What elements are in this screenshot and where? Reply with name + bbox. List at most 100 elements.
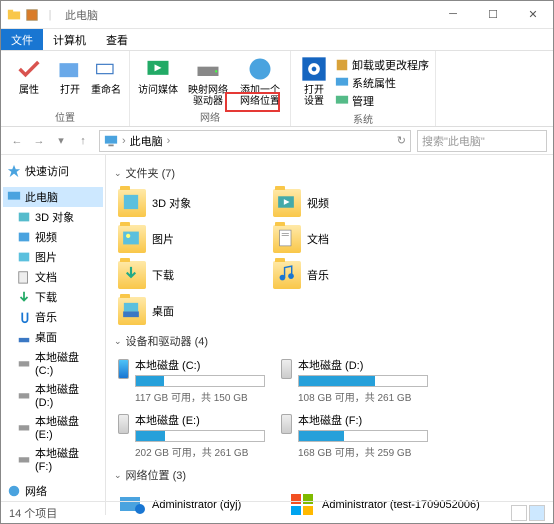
folder-item[interactable]: 下载 <box>114 257 269 293</box>
network-icon <box>7 484 21 498</box>
drive-item[interactable]: 本地磁盘 (F:)168 GB 可用，共 259 GB <box>277 408 432 463</box>
drive-item[interactable]: 本地磁盘 (D:)108 GB 可用，共 261 GB <box>277 353 432 408</box>
map-drive-button[interactable]: 映射网络 驱动器 <box>184 55 232 107</box>
ribbon-group-network: 访问媒体 映射网络 驱动器 添加一个 网络位置 网络 <box>130 51 291 126</box>
view-buttons[interactable] <box>511 505 545 521</box>
ribbon-tabs: 文件 计算机 查看 <box>1 29 553 51</box>
chevron-down-icon: ⌄ <box>114 336 122 347</box>
drive-icon <box>281 414 292 434</box>
search-input[interactable]: 搜索"此电脑" <box>417 130 547 152</box>
folder-item[interactable]: 文档 <box>269 221 424 257</box>
address-bar[interactable]: › 此电脑 › ↻ <box>99 130 411 152</box>
add-network-button[interactable]: 添加一个 网络位置 <box>236 55 284 107</box>
titlebar: | 此电脑 ─ ☐ ✕ <box>1 1 553 29</box>
folder-item[interactable]: 3D 对象 <box>114 185 269 221</box>
tab-view[interactable]: 查看 <box>96 29 138 50</box>
item-icon <box>17 210 31 224</box>
history-button[interactable]: ▾ <box>51 131 71 151</box>
system-props-button[interactable]: 系统属性 <box>335 75 429 91</box>
netloc-header[interactable]: ⌄网络位置 (3) <box>114 463 545 487</box>
ribbon-group-location: 属性 打开 重命名 位置 <box>1 51 130 126</box>
capacity-bar <box>298 375 428 387</box>
ribbon-group-system: 打开 设置 卸载或更改程序 系统属性 管理 系统 <box>291 51 436 126</box>
tree-this-pc[interactable]: 此电脑 <box>3 187 103 207</box>
chevron-down-icon: ⌄ <box>114 168 122 179</box>
tree-item[interactable]: 下载 <box>3 287 103 307</box>
drive-icon <box>118 414 129 434</box>
globe-icon <box>246 55 274 83</box>
pc-icon <box>104 134 118 148</box>
capacity-bar <box>135 430 265 442</box>
close-button[interactable]: ✕ <box>513 1 553 27</box>
tree-item[interactable]: 图片 <box>3 247 103 267</box>
rename-button[interactable]: 重命名 <box>89 55 123 96</box>
nav-tree: 快速访问 此电脑 3D 对象视频图片文档下载音乐桌面本地磁盘 (C:)本地磁盘 … <box>1 155 106 515</box>
folder-icon <box>273 261 301 289</box>
item-icon <box>17 420 31 434</box>
tab-computer[interactable]: 计算机 <box>43 29 96 50</box>
tree-network[interactable]: 网络 <box>3 481 103 501</box>
tree-item[interactable]: 本地磁盘 (D:) <box>3 379 103 411</box>
pc-icon <box>7 190 21 204</box>
tree-item[interactable]: 视频 <box>3 227 103 247</box>
back-button[interactable]: ← <box>7 131 27 151</box>
drive-item[interactable]: 本地磁盘 (C:)117 GB 可用，共 150 GB <box>114 353 269 408</box>
tree-item[interactable]: 文档 <box>3 267 103 287</box>
item-icon <box>17 230 31 244</box>
address-row: ← → ▾ ↑ › 此电脑 › ↻ 搜索"此电脑" <box>1 127 553 155</box>
up-button[interactable]: ↑ <box>73 131 93 151</box>
item-icon <box>17 250 31 264</box>
media-icon <box>144 55 172 83</box>
maximize-button[interactable]: ☐ <box>473 1 513 27</box>
save-icon[interactable] <box>25 8 39 22</box>
tab-file[interactable]: 文件 <box>1 29 43 50</box>
folder-icon <box>118 189 146 217</box>
folder-icon <box>118 225 146 253</box>
window-title: 此电脑 <box>65 7 98 23</box>
tree-item[interactable]: 音乐 <box>3 307 103 327</box>
content-pane: ⌄文件夹 (7) 3D 对象视频图片文档下载音乐桌面 ⌄设备和驱动器 (4) 本… <box>106 155 553 515</box>
refresh-button[interactable]: ↻ <box>397 134 406 147</box>
folder-icon <box>118 297 146 325</box>
ribbon: 属性 打开 重命名 位置 访问媒体 映射网络 驱动器 <box>1 51 553 127</box>
folders-header[interactable]: ⌄文件夹 (7) <box>114 161 545 185</box>
address-text: 此电脑 <box>130 133 163 149</box>
drives-header[interactable]: ⌄设备和驱动器 (4) <box>114 329 545 353</box>
item-icon <box>17 356 31 370</box>
tree-item[interactable]: 3D 对象 <box>3 207 103 227</box>
folder-item[interactable]: 视频 <box>269 185 424 221</box>
open-button[interactable]: 打开 <box>55 55 85 96</box>
uninstall-icon <box>335 58 349 72</box>
manage-icon <box>335 94 349 108</box>
tree-item[interactable]: 本地磁盘 (C:) <box>3 347 103 379</box>
forward-button[interactable]: → <box>29 131 49 151</box>
qat-divider: | <box>43 8 57 22</box>
tree-item[interactable]: 本地磁盘 (E:) <box>3 411 103 443</box>
folder-icon <box>273 225 301 253</box>
folder-item[interactable]: 桌面 <box>114 293 269 329</box>
drive-item[interactable]: 本地磁盘 (E:)202 GB 可用，共 261 GB <box>114 408 269 463</box>
minimize-button[interactable]: ─ <box>433 1 473 27</box>
item-icon <box>17 290 31 304</box>
item-icon <box>17 452 31 466</box>
access-media-button[interactable]: 访问媒体 <box>136 55 180 96</box>
item-icon <box>17 270 31 284</box>
rename-icon <box>92 55 120 83</box>
item-icon <box>17 388 31 402</box>
folder-item[interactable]: 音乐 <box>269 257 424 293</box>
properties-button[interactable]: 属性 <box>7 55 51 96</box>
capacity-bar <box>135 375 265 387</box>
tree-quick-access[interactable]: 快速访问 <box>3 161 103 181</box>
manage-button[interactable]: 管理 <box>335 93 429 109</box>
uninstall-button[interactable]: 卸载或更改程序 <box>335 57 429 73</box>
tree-item[interactable]: 桌面 <box>3 327 103 347</box>
star-icon <box>7 164 21 178</box>
open-settings-button[interactable]: 打开 设置 <box>297 55 331 107</box>
drive-icon <box>281 359 292 379</box>
tree-item[interactable]: 本地磁盘 (F:) <box>3 443 103 475</box>
folder-item[interactable]: 图片 <box>114 221 269 257</box>
folder-icon <box>273 189 301 217</box>
chevron-down-icon: ⌄ <box>114 470 122 481</box>
check-icon <box>15 55 43 83</box>
item-count: 14 个项目 <box>9 505 57 521</box>
